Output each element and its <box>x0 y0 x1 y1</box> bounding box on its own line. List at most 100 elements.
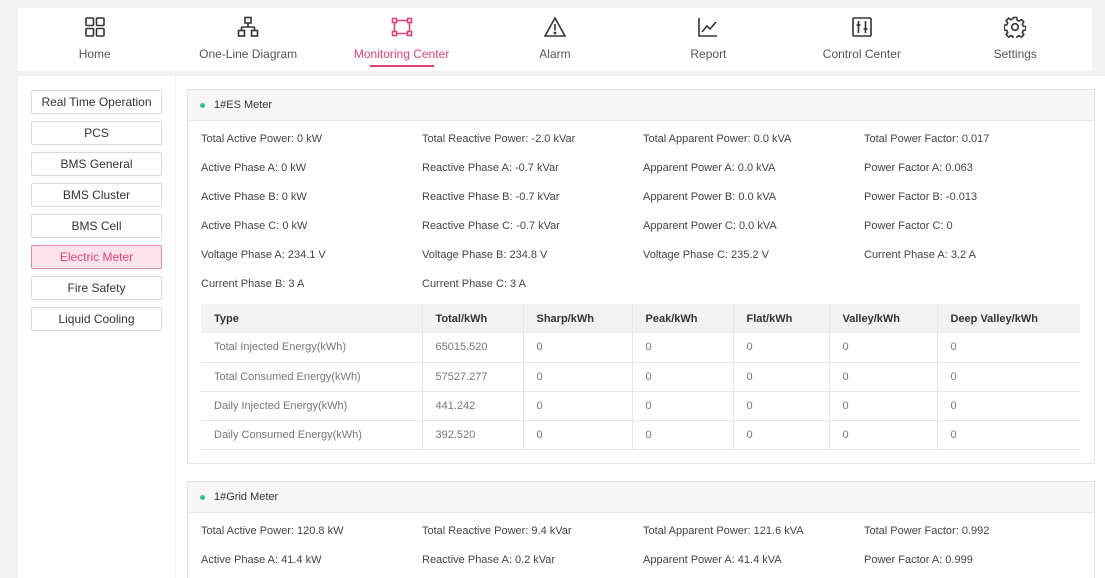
sidebar-item-bms-cell[interactable]: BMS Cell <box>31 214 162 238</box>
table-header-row: Type Total/kWh Sharp/kWh Peak/kWh Flat/k… <box>201 304 1080 333</box>
cell-flat: 0 <box>733 420 830 450</box>
nav-report[interactable]: Report <box>632 8 785 71</box>
nav-settings[interactable]: Settings <box>939 8 1092 71</box>
table-row: Total Injected Energy(kWh) 65015.520 0 0… <box>201 333 1080 363</box>
nav-report-label: Report <box>690 47 727 61</box>
cell-sharp: 0 <box>523 391 633 421</box>
sidebar-item-bms-cluster[interactable]: BMS Cluster <box>31 183 162 207</box>
field-voltage-phase-c: Voltage Phase C: 235.2 V <box>643 249 769 261</box>
nav-control-center[interactable]: Control Center <box>785 8 938 71</box>
es-meter-header: 1#ES Meter <box>188 90 1094 121</box>
nav-one-line-diagram-label: One-Line Diagram <box>199 47 298 61</box>
field-active-phase-a: Active Phase A: 0 kW <box>201 162 307 174</box>
nav-monitoring-center-label: Monitoring Center <box>353 47 450 61</box>
cell-type: Daily Consumed Energy(kWh) <box>201 420 423 450</box>
cell-valley: 0 <box>829 362 938 392</box>
energy-table: Type Total/kWh Sharp/kWh Peak/kWh Flat/k… <box>201 304 1080 450</box>
grid-icon <box>84 17 105 37</box>
col-peak: Peak/kWh <box>632 304 734 333</box>
col-total: Total/kWh <box>422 304 524 333</box>
frame-icon <box>391 17 412 37</box>
gear-icon <box>1004 16 1027 38</box>
field-total-power-factor: Total Power Factor: 0.017 <box>864 133 990 145</box>
col-sharp: Sharp/kWh <box>523 304 633 333</box>
field-total-reactive-power: Total Reactive Power: 9.4 kVar <box>422 525 572 537</box>
cell-peak: 0 <box>632 333 734 363</box>
field-current-phase-c: Current Phase C: 3 A <box>422 278 526 290</box>
cell-deep-valley: 0 <box>937 420 1080 450</box>
nav-one-line-diagram[interactable]: One-Line Diagram <box>171 8 324 71</box>
cell-total: 392.520 <box>422 420 524 450</box>
nav-home[interactable]: Home <box>18 8 171 71</box>
field-voltage-phase-a: Voltage Phase A: 234.1 V <box>201 249 326 261</box>
field-total-active-power: Total Active Power: 120.8 kW <box>201 525 344 537</box>
field-power-factor-a: Power Factor A: 0.063 <box>864 162 973 174</box>
table-row: Total Consumed Energy(kWh) 57527.277 0 0… <box>201 362 1080 392</box>
cell-sharp: 0 <box>523 333 633 363</box>
field-reactive-phase-c: Reactive Phase C: -0.7 kVar <box>422 220 560 232</box>
cell-total: 57527.277 <box>422 362 524 392</box>
cell-peak: 0 <box>632 391 734 421</box>
cell-total: 65015.520 <box>422 333 524 363</box>
grid-meter-panel: 1#Grid Meter Total Active Power: 120.8 k… <box>187 481 1095 578</box>
sidebar-item-real-time-operation[interactable]: Real Time Operation <box>31 90 162 114</box>
table-row: Daily Injected Energy(kWh) 441.242 0 0 0… <box>201 391 1080 421</box>
hierarchy-icon <box>237 16 259 37</box>
cell-peak: 0 <box>632 362 734 392</box>
sidebar-item-electric-meter[interactable]: Electric Meter <box>31 245 162 269</box>
cell-type: Total Consumed Energy(kWh) <box>201 362 423 392</box>
field-apparent-power-c: Apparent Power C: 0.0 kVA <box>643 220 777 232</box>
nav-alarm[interactable]: Alarm <box>478 8 631 71</box>
field-active-phase-c: Active Phase C: 0 kW <box>201 220 308 232</box>
grid-meter-title: 1#Grid Meter <box>214 491 279 503</box>
cell-flat: 0 <box>733 391 830 421</box>
es-meter-title: 1#ES Meter <box>214 99 273 111</box>
field-current-phase-a: Current Phase A: 3.2 A <box>864 249 976 261</box>
sidebar: Real Time Operation PCS BMS General BMS … <box>18 76 175 578</box>
field-reactive-phase-b: Reactive Phase B: -0.7 kVar <box>422 191 560 203</box>
field-apparent-power-b: Apparent Power B: 0.0 kVA <box>643 191 777 203</box>
sidebar-item-pcs[interactable]: PCS <box>31 121 162 145</box>
field-total-apparent-power: Total Apparent Power: 121.6 kVA <box>643 525 804 537</box>
field-power-factor-b: Power Factor B: -0.013 <box>864 191 978 203</box>
field-active-phase-a: Active Phase A: 41.4 kW <box>201 554 322 566</box>
cell-deep-valley: 0 <box>937 362 1080 392</box>
col-valley: Valley/kWh <box>829 304 938 333</box>
cell-sharp: 0 <box>523 420 633 450</box>
cell-flat: 0 <box>733 362 830 392</box>
nav-monitoring-center[interactable]: Monitoring Center <box>325 8 478 71</box>
sidebar-item-fire-safety[interactable]: Fire Safety <box>31 276 162 300</box>
nav-home-label: Home <box>78 47 111 61</box>
nav-alarm-label: Alarm <box>539 47 571 61</box>
field-total-apparent-power: Total Apparent Power: 0.0 kVA <box>643 133 792 145</box>
sidebar-item-bms-general[interactable]: BMS General <box>31 152 162 176</box>
field-apparent-power-a: Apparent Power A: 41.4 kVA <box>643 554 782 566</box>
cell-valley: 0 <box>829 420 938 450</box>
es-meter-panel: 1#ES Meter Total Active Power: 0 kW Tota… <box>187 89 1095 464</box>
col-type: Type <box>201 304 423 333</box>
field-power-factor-c: Power Factor C: 0 <box>864 220 953 232</box>
nav-control-center-label: Control Center <box>822 47 901 61</box>
grid-meter-header: 1#Grid Meter <box>188 482 1094 513</box>
cell-deep-valley: 0 <box>937 333 1080 363</box>
cell-flat: 0 <box>733 333 830 363</box>
cell-total: 441.242 <box>422 391 524 421</box>
field-active-phase-b: Active Phase B: 0 kW <box>201 191 307 203</box>
field-total-active-power: Total Active Power: 0 kW <box>201 133 323 145</box>
status-dot <box>200 102 205 108</box>
es-meter-fields: Total Active Power: 0 kW Total Reactive … <box>188 121 1094 299</box>
nav-settings-label: Settings <box>993 47 1037 61</box>
field-current-phase-b: Current Phase B: 3 A <box>201 278 305 290</box>
table-row: Daily Consumed Energy(kWh) 392.520 0 0 0… <box>201 420 1080 450</box>
active-tab-indicator <box>369 65 434 67</box>
col-deep-valley: Deep Valley/kWh <box>937 304 1080 333</box>
sidebar-item-liquid-cooling[interactable]: Liquid Cooling <box>31 307 162 331</box>
main-content: 1#ES Meter Total Active Power: 0 kW Tota… <box>176 76 1105 578</box>
grid-meter-fields: Total Active Power: 120.8 kW Total React… <box>188 513 1094 575</box>
field-total-reactive-power: Total Reactive Power: -2.0 kVar <box>422 133 576 145</box>
field-apparent-power-a: Apparent Power A: 0.0 kVA <box>643 162 776 174</box>
field-total-power-factor: Total Power Factor: 0.992 <box>864 525 990 537</box>
cell-type: Total Injected Energy(kWh) <box>201 333 423 363</box>
field-reactive-phase-a: Reactive Phase A: 0.2 kVar <box>422 554 556 566</box>
field-voltage-phase-b: Voltage Phase B: 234.8 V <box>422 249 548 261</box>
